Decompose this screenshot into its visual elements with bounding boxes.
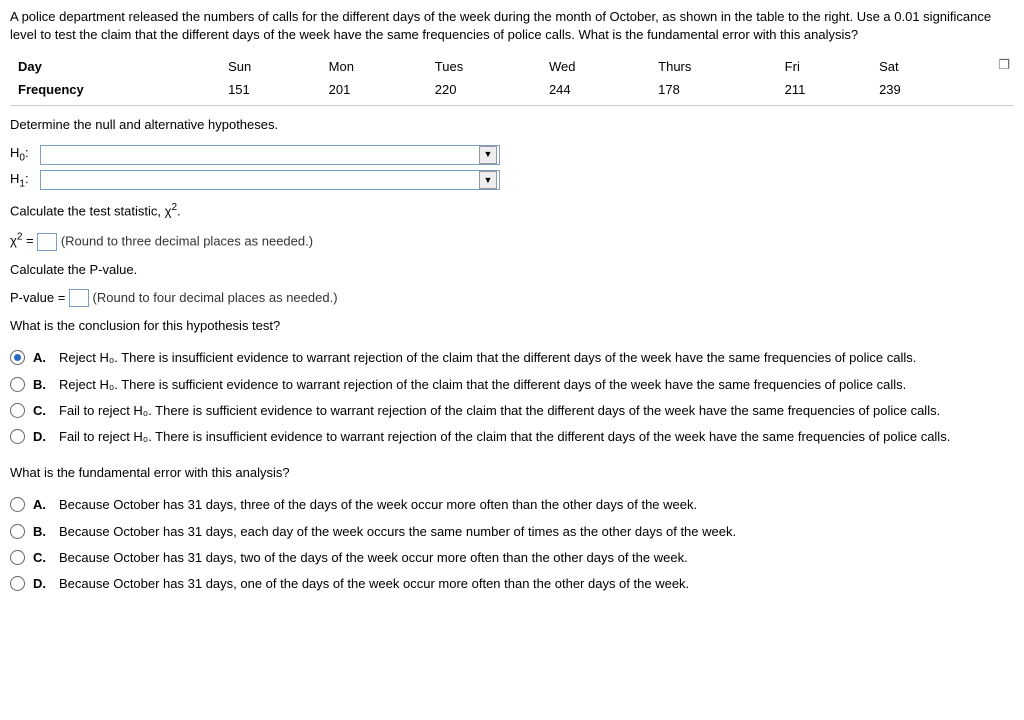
option-letter: A. xyxy=(33,349,51,367)
table-header: Sun xyxy=(220,56,321,78)
h0-label: H0: xyxy=(10,144,40,166)
chevron-down-icon: ▼ xyxy=(479,146,497,164)
chevron-down-icon: ▼ xyxy=(479,171,497,189)
option-letter: B. xyxy=(33,523,51,541)
option-letter: C. xyxy=(33,549,51,567)
option-text: Reject H₀. There is insufficient evidenc… xyxy=(59,349,1014,367)
chi-prompt: Calculate the test statistic, χ2. xyxy=(10,201,1014,221)
radio-error-c[interactable] xyxy=(10,550,25,565)
table-cell: 220 xyxy=(427,79,541,101)
radio-conclusion-a[interactable] xyxy=(10,350,25,365)
table-cell: 178 xyxy=(650,79,777,101)
conclusion-prompt: What is the conclusion for this hypothes… xyxy=(10,317,1014,335)
pvalue-hint: (Round to four decimal places as needed.… xyxy=(93,290,338,305)
pvalue-label: P-value = xyxy=(10,290,65,305)
table-cell: 151 xyxy=(220,79,321,101)
error-prompt: What is the fundamental error with this … xyxy=(10,464,1014,482)
radio-error-a[interactable] xyxy=(10,497,25,512)
frequency-table: Day Sun Mon Tues Wed Thurs Fri Sat Frequ… xyxy=(10,56,1014,100)
table-header-frequency: Frequency xyxy=(10,79,220,101)
option-text: Reject H₀. There is sufficient evidence … xyxy=(59,376,1014,394)
radio-conclusion-c[interactable] xyxy=(10,403,25,418)
option-text: Fail to reject H₀. There is insufficient… xyxy=(59,428,1014,446)
table-cell: 239 xyxy=(871,79,968,101)
table-cell: 211 xyxy=(777,79,871,101)
option-text: Because October has 31 days, one of the … xyxy=(59,575,1014,593)
radio-error-d[interactable] xyxy=(10,576,25,591)
table-header: Sat xyxy=(871,56,968,78)
copy-icon[interactable]: ❐ xyxy=(998,56,1010,74)
pvalue-prompt: Calculate the P-value. xyxy=(10,261,1014,279)
radio-error-b[interactable] xyxy=(10,524,25,539)
table-header-day: Day xyxy=(10,56,220,78)
option-text: Because October has 31 days, each day of… xyxy=(59,523,1014,541)
chi-label: χ2 = xyxy=(10,233,37,248)
radio-conclusion-d[interactable] xyxy=(10,429,25,444)
option-text: Because October has 31 days, three of th… xyxy=(59,496,1014,514)
table-header: Fri xyxy=(777,56,871,78)
option-letter: A. xyxy=(33,496,51,514)
table-header: Mon xyxy=(321,56,427,78)
hypotheses-prompt: Determine the null and alternative hypot… xyxy=(10,116,1014,134)
h1-label: H1: xyxy=(10,170,40,192)
pvalue-input[interactable] xyxy=(69,289,89,307)
h1-dropdown[interactable]: ▼ xyxy=(40,170,500,190)
option-letter: D. xyxy=(33,428,51,446)
table-cell: 244 xyxy=(541,79,650,101)
chi-hint: (Round to three decimal places as needed… xyxy=(61,233,313,248)
option-letter: B. xyxy=(33,376,51,394)
option-text: Fail to reject H₀. There is sufficient e… xyxy=(59,402,1014,420)
table-cell: 201 xyxy=(321,79,427,101)
divider xyxy=(10,105,1014,106)
conclusion-options: A. Reject H₀. There is insufficient evid… xyxy=(10,345,1014,450)
question-text: A police department released the numbers… xyxy=(10,8,1014,44)
option-letter: C. xyxy=(33,402,51,420)
table-header: Tues xyxy=(427,56,541,78)
h0-dropdown[interactable]: ▼ xyxy=(40,145,500,165)
chi-input[interactable] xyxy=(37,233,57,251)
table-header: Wed xyxy=(541,56,650,78)
error-options: A. Because October has 31 days, three of… xyxy=(10,492,1014,597)
option-letter: D. xyxy=(33,575,51,593)
option-text: Because October has 31 days, two of the … xyxy=(59,549,1014,567)
radio-conclusion-b[interactable] xyxy=(10,377,25,392)
table-header: Thurs xyxy=(650,56,777,78)
